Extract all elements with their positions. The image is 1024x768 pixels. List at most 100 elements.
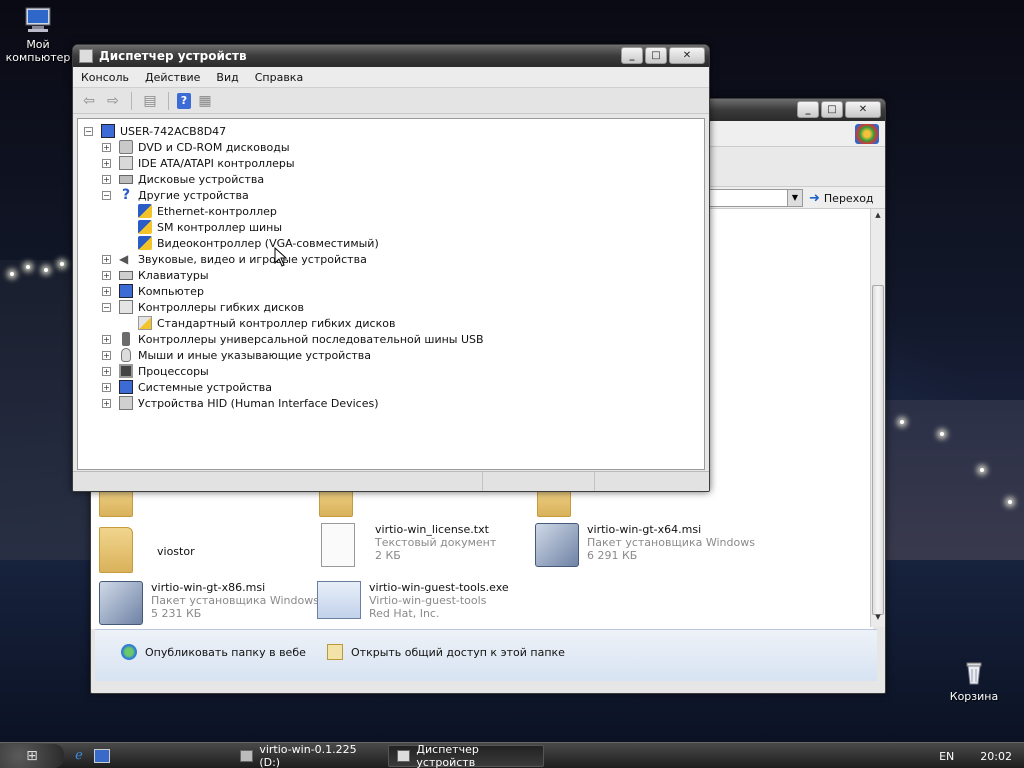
go-label: Переход xyxy=(823,191,874,205)
tree-node[interactable]: − ? Другие устройства xyxy=(102,187,249,203)
tree-node-label: USER-742ACB8D47 xyxy=(120,124,227,138)
minimize-button[interactable]: _ xyxy=(797,101,819,118)
expand-icon[interactable]: + xyxy=(102,270,111,280)
show-desktop-icon[interactable] xyxy=(94,748,110,763)
close-button[interactable]: ✕ xyxy=(669,47,705,64)
computer-icon xyxy=(101,124,115,138)
wallpaper-light xyxy=(940,432,944,436)
menu-action[interactable]: Действие xyxy=(137,71,208,84)
back-arrow-icon[interactable]: ⇦ xyxy=(79,92,99,110)
wallpaper-light xyxy=(1008,500,1012,504)
tree-node[interactable]: + Клавиатуры xyxy=(102,267,209,283)
menu-console[interactable]: Консоль xyxy=(73,71,137,84)
maximize-button[interactable]: □ xyxy=(645,47,667,64)
desktop-icon-recycle-bin[interactable]: Корзина xyxy=(938,656,1010,703)
tree-node[interactable]: + ◀ Звуковые, видео и игровые устройства xyxy=(102,251,367,267)
file-item[interactable]: virtio-win-guest-tools.exe Virtio-win-gu… xyxy=(317,581,509,620)
tree-node[interactable]: + DVD и CD-ROM дисководы xyxy=(102,139,290,155)
tree-node[interactable]: + Процессоры xyxy=(102,363,209,379)
tree-node-label: Системные устройства xyxy=(138,380,272,394)
file-size: 5 231 КБ xyxy=(151,607,202,620)
expand-icon[interactable]: + xyxy=(102,286,111,296)
desktop-icon-label: Корзина xyxy=(949,690,999,703)
file-item[interactable]: virtio-win-gt-x64.msi Пакет установщика … xyxy=(535,523,755,567)
help-icon[interactable]: ? xyxy=(177,92,191,109)
tree-node[interactable]: Стандартный контроллер гибких дисков xyxy=(138,315,395,331)
status-pane xyxy=(595,472,709,491)
collapse-icon[interactable]: − xyxy=(102,302,111,312)
tree-node-root[interactable]: − USER-742ACB8D47 xyxy=(84,123,226,139)
expand-icon[interactable]: + xyxy=(102,142,111,152)
clock[interactable]: 20:02 xyxy=(980,750,1012,763)
publish-folder-link[interactable]: Опубликовать папку в вебе xyxy=(121,644,306,660)
question-mark-icon: ? xyxy=(121,187,131,203)
maximize-button[interactable]: □ xyxy=(821,101,843,118)
expand-icon[interactable]: + xyxy=(102,334,111,344)
expand-icon[interactable]: + xyxy=(102,174,111,184)
go-button[interactable]: ➜ Переход xyxy=(809,189,874,207)
menu-view[interactable]: Вид xyxy=(208,71,246,84)
language-indicator[interactable]: EN xyxy=(939,750,954,763)
tree-node-label: Звуковые, видео и игровые устройства xyxy=(138,252,367,266)
usb-icon xyxy=(122,332,130,346)
scroll-up-icon[interactable]: ▲ xyxy=(872,211,884,223)
tree-node[interactable]: + Контроллеры универсальной последовател… xyxy=(102,331,484,347)
start-button[interactable]: ⊞ xyxy=(0,743,64,768)
keyboard-icon xyxy=(119,270,133,280)
console-tree-icon[interactable]: ▤ xyxy=(140,92,160,110)
share-icon xyxy=(327,644,343,660)
collapse-icon[interactable]: − xyxy=(84,126,93,136)
tree-node-label: Устройства HID (Human Interface Devices) xyxy=(138,396,379,410)
wallpaper-light xyxy=(26,265,30,269)
expand-icon[interactable]: + xyxy=(102,382,111,392)
wallpaper-light xyxy=(900,420,904,424)
tree-node[interactable]: + Системные устройства xyxy=(102,379,272,395)
close-button[interactable]: ✕ xyxy=(845,101,881,118)
minimize-button[interactable]: _ xyxy=(621,47,643,64)
expand-icon[interactable]: + xyxy=(102,254,111,264)
wallpaper-light xyxy=(10,272,14,276)
tree-node[interactable]: + IDE ATA/ATAPI контроллеры xyxy=(102,155,295,171)
scrollbar-thumb[interactable] xyxy=(872,285,884,615)
taskbar-task-device-manager[interactable]: Диспетчер устройств xyxy=(388,743,544,768)
device-manager-icon xyxy=(79,49,93,63)
tree-node[interactable]: + Мыши и иные указывающие устройства xyxy=(102,347,371,363)
tree-node[interactable]: + Устройства HID (Human Interface Device… xyxy=(102,395,379,411)
expand-icon[interactable]: + xyxy=(102,398,111,408)
expand-icon[interactable]: + xyxy=(102,366,111,376)
file-type: Текстовый документ xyxy=(375,536,497,549)
properties-icon[interactable]: ▦ xyxy=(195,92,215,110)
expand-icon[interactable]: + xyxy=(102,158,111,168)
menu-help[interactable]: Справка xyxy=(247,71,311,84)
computer-icon xyxy=(25,7,51,32)
share-folder-link[interactable]: Открыть общий доступ к этой папке xyxy=(327,644,565,660)
file-item[interactable]: virtio-win_license.txt Текстовый докумен… xyxy=(321,523,496,567)
toolbar-separator xyxy=(168,91,169,110)
collapse-icon[interactable]: − xyxy=(102,190,111,200)
file-size: 6 291 КБ xyxy=(587,549,638,562)
tree-node[interactable]: + Дисковые устройства xyxy=(102,171,264,187)
taskbar-task-explorer[interactable]: virtio-win-0.1.225 (D:) xyxy=(232,743,382,768)
floppy-controller-warning-icon xyxy=(138,316,152,330)
expand-icon[interactable]: + xyxy=(102,350,111,360)
vertical-scrollbar[interactable]: ▲ ▼ xyxy=(870,209,885,627)
taskbar: ⊞ ℯ virtio-win-0.1.225 (D:) Диспетчер ус… xyxy=(0,742,1024,768)
tree-node[interactable]: Видеоконтроллер (VGA-совместимый) xyxy=(138,235,379,251)
file-item[interactable]: viostor xyxy=(99,527,195,573)
tree-node-label: Дисковые устройства xyxy=(138,172,265,186)
file-item[interactable]: virtio-win-gt-x86.msi Пакет установщика … xyxy=(99,581,319,625)
tree-node[interactable]: + Компьютер xyxy=(102,283,204,299)
status-bar xyxy=(73,471,709,491)
internet-explorer-icon[interactable]: ℯ xyxy=(70,747,88,765)
tree-node[interactable]: Ethernet-контроллер xyxy=(138,203,277,219)
taskbar-task-label: Диспетчер устройств xyxy=(416,743,479,768)
address-dropdown-button[interactable]: ▼ xyxy=(787,190,802,206)
tree-node[interactable]: − Контроллеры гибких дисков xyxy=(102,299,304,315)
file-type: Пакет установщика Windows xyxy=(587,536,755,549)
desktop-icon-my-computer[interactable]: Мой компьютер xyxy=(2,4,74,64)
scroll-down-icon[interactable]: ▼ xyxy=(872,613,884,625)
tree-node[interactable]: SM контроллер шины xyxy=(138,219,282,235)
forward-arrow-icon[interactable]: ⇨ xyxy=(103,92,123,110)
device-manager-titlebar[interactable]: Диспетчер устройств _ □ ✕ xyxy=(73,45,709,67)
task-label: Открыть общий доступ к этой папке xyxy=(351,645,565,659)
